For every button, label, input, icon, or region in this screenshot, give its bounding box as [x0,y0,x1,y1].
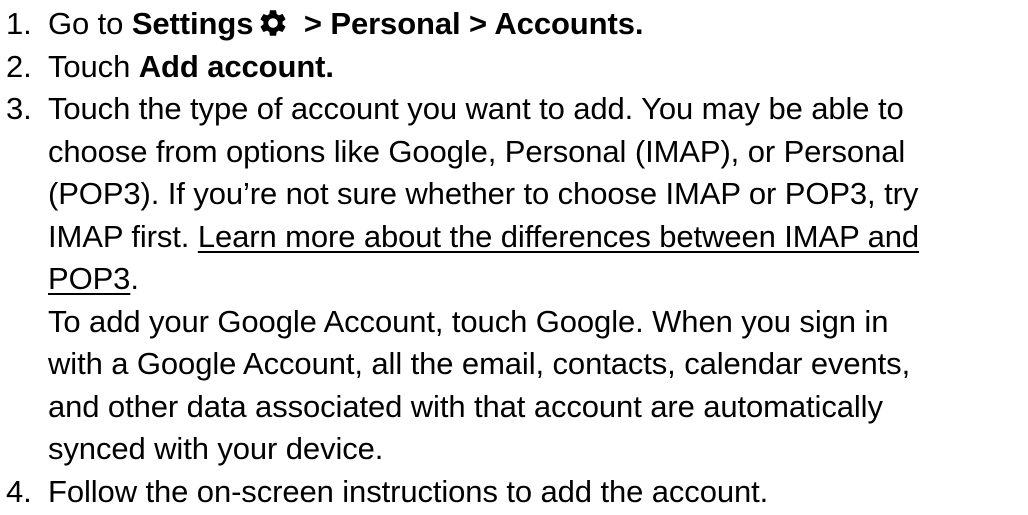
step-number: 4. [6,473,32,509]
step-line: with a Google Account, all the email, co… [48,346,911,381]
step-line: and other data associated with that acco… [48,388,883,424]
step-text: Go to [48,6,132,41]
step-line: choose from options like Google, Persona… [48,133,906,169]
step-3: 3. Touch the type of account you want to… [0,88,1028,471]
step-1: 1. Go to Settings > Personal > Accounts. [0,3,1028,46]
learn-more-link[interactable]: Learn more about the differences between… [198,219,919,254]
step-line: Follow the on-screen instructions to add… [48,473,769,509]
add-account-label: Add account. [138,48,334,84]
step-line: Touch Add account. [48,46,1028,89]
step-number: 3. [6,91,32,126]
step-text: IMAP first. [48,218,198,254]
step-line: POP3. [48,258,1028,301]
step-line: synced with your device. [48,431,384,466]
instruction-steps: 1. Go to Settings > Personal > Accounts.… [0,0,1028,515]
step-text: Touch [48,48,139,84]
settings-label: Settings [131,6,254,41]
step-line: To add your Google Account, touch Google… [48,303,889,339]
settings-path: > Personal > Accounts. [295,6,644,41]
step-line: IMAP first. Learn more about the differe… [48,216,1028,259]
step-4: 4. Follow the on-screen instructions to … [0,471,1028,514]
learn-more-link-continued[interactable]: POP3 [48,261,130,296]
step-line: Touch the type of account you want to ad… [48,91,904,126]
gear-icon [257,7,289,39]
step-number: 2. [6,48,32,84]
step-line: (POP3). If you’re not sure whether to ch… [48,176,919,211]
step-2: 2. Touch Add account. [0,46,1028,89]
step-text: . [130,261,139,296]
step-line: Go to Settings > Personal > Accounts. [48,3,1028,46]
step-number: 1. [6,6,32,41]
